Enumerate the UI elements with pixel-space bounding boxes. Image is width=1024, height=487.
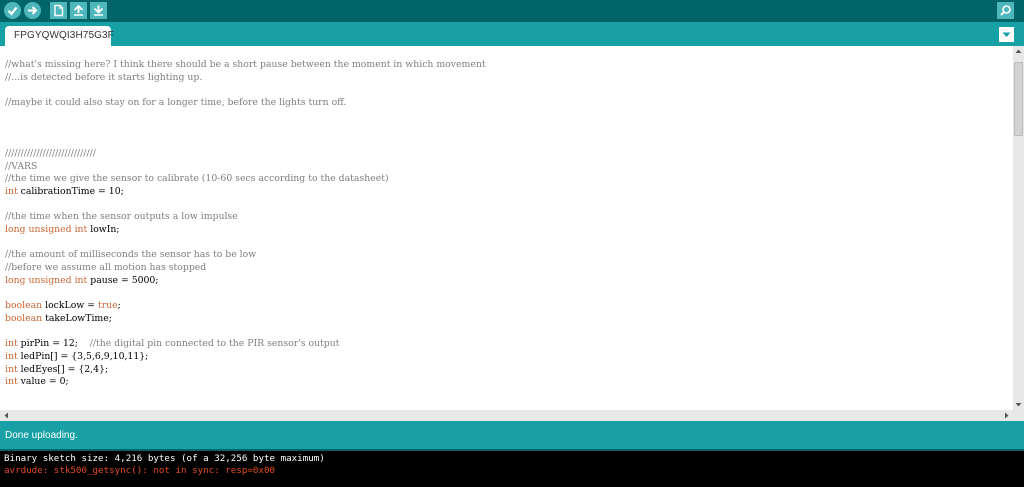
code-comment: //...is detected before it starts lighti… [5,71,203,83]
tab-bar: FPGYQWQI3H75G3F [0,22,1024,46]
code-keyword: int [74,223,88,235]
code-line: //VARS [5,161,486,174]
code-comment: //what's missing here? I think there sho… [5,59,486,70]
code-keyword: true [97,300,118,312]
code-comment: //the time we give the sensor to calibra… [5,173,389,185]
code-line: //the time when the sensor outputs a low… [5,211,486,224]
tab-menu-button[interactable] [999,27,1014,42]
code-comment: //the time when the sensor outputs a low… [5,211,238,223]
scroll-down-icon[interactable] [1013,399,1024,410]
code-keyword: unsigned [28,274,72,286]
code-keyword: int [74,274,88,286]
vertical-scrollbar[interactable] [1013,46,1024,410]
right-arrow-icon [28,6,38,15]
code-text: lowIn; [87,223,120,235]
code-keyword: long [5,223,26,235]
verify-button[interactable] [4,2,21,19]
new-button[interactable] [50,2,67,19]
scroll-up-icon[interactable] [1013,46,1024,57]
down-arrow-icon [93,5,104,16]
code-line: boolean lockLow = true; [5,300,486,313]
code-text: ; [117,300,121,312]
code-comment: //before we assume all motion has stoppe… [5,262,207,273]
code-comment: //VARS [5,160,38,172]
save-button[interactable] [90,2,107,19]
console-line: Binary sketch size: 4,216 bytes (of a 32… [4,453,325,464]
code-text: takeLowTime; [42,312,112,324]
up-arrow-icon [73,4,84,16]
code-text: calibrationTime = 10; [17,185,124,197]
code-line: long unsigned int pause = 5000; [5,275,486,288]
status-message: Done uploading. [5,430,78,441]
code-comment: ///////////////////////////// [5,147,96,159]
code-comment: //the amount of milliseconds the sensor … [5,249,257,261]
vertical-scroll-thumb[interactable] [1014,62,1023,136]
code-comment: //maybe it could also stay on for a long… [5,97,347,109]
code-line: int ledEyes[] = {2,4}; [5,364,486,377]
code-line: long unsigned int lowIn; [5,224,486,237]
scroll-left-icon[interactable] [1,410,12,421]
code-line: int ledPin[] = {3,5,6,9,10,11}; [5,351,486,364]
code-keyword: int [5,363,18,375]
triangle-down-icon [1002,32,1011,37]
code-keyword: long [5,274,26,286]
console: Binary sketch size: 4,216 bytes (of a 32… [0,451,1024,487]
code-keyword: unsigned [28,223,72,235]
code-line: int calibrationTime = 10; [5,186,486,199]
code-line: ///////////////////////////// [5,148,486,161]
open-button[interactable] [70,2,87,19]
code-keyword: int [5,350,18,362]
code-editor[interactable]: //what's missing here? I think there sho… [0,46,1013,410]
code-text: ledPin[] = {3,5,6,9,10,11}; [17,350,149,362]
scrollbar-corner [1013,410,1024,421]
code-line: //the amount of milliseconds the sensor … [5,249,486,262]
tab-sketch[interactable]: FPGYQWQI3H75G3F [5,26,114,46]
code-line: //what's missing here? I think there sho… [5,59,486,72]
code-line: //...is detected before it starts lighti… [5,72,486,85]
scroll-right-icon[interactable] [1001,410,1012,421]
upload-button[interactable] [24,2,41,19]
new-file-icon [54,4,64,17]
code-keyword: int [5,376,18,388]
code-text: pirPin = 12; [17,338,90,350]
toolbar [0,0,1024,22]
code-text: //what's missing here? I think there sho… [5,59,486,410]
code-text: ledEyes[] = {2,4}; [17,363,109,375]
code-text: pause = 5000; [87,274,159,286]
code-line: int pirPin = 12; //the digital pin conne… [5,338,486,351]
horizontal-scrollbar[interactable] [0,410,1013,421]
code-keyword: int [5,338,18,350]
code-line: //before we assume all motion has stoppe… [5,262,486,275]
console-error-line: avrdude: stk500_getsync(): not in sync: … [4,465,276,476]
code-line: int value = 0; [5,376,486,389]
tab-label: FPGYQWQI3H75G3F [14,30,114,41]
checkmark-icon [7,6,18,16]
code-line: //maybe it could also stay on for a long… [5,97,486,110]
code-keyword: int [5,185,18,197]
status-bar: Done uploading. [0,421,1024,449]
magnifier-icon [1000,5,1011,16]
code-text: lockLow = [42,300,98,312]
code-text: value = 0; [17,376,69,388]
code-line: boolean takeLowTime; [5,313,486,326]
serial-monitor-button[interactable] [997,2,1014,19]
code-line: //the time we give the sensor to calibra… [5,173,486,186]
code-comment: //the digital pin connected to the PIR s… [89,338,340,350]
code-keyword: boolean [5,312,43,324]
code-keyword: boolean [5,300,43,312]
